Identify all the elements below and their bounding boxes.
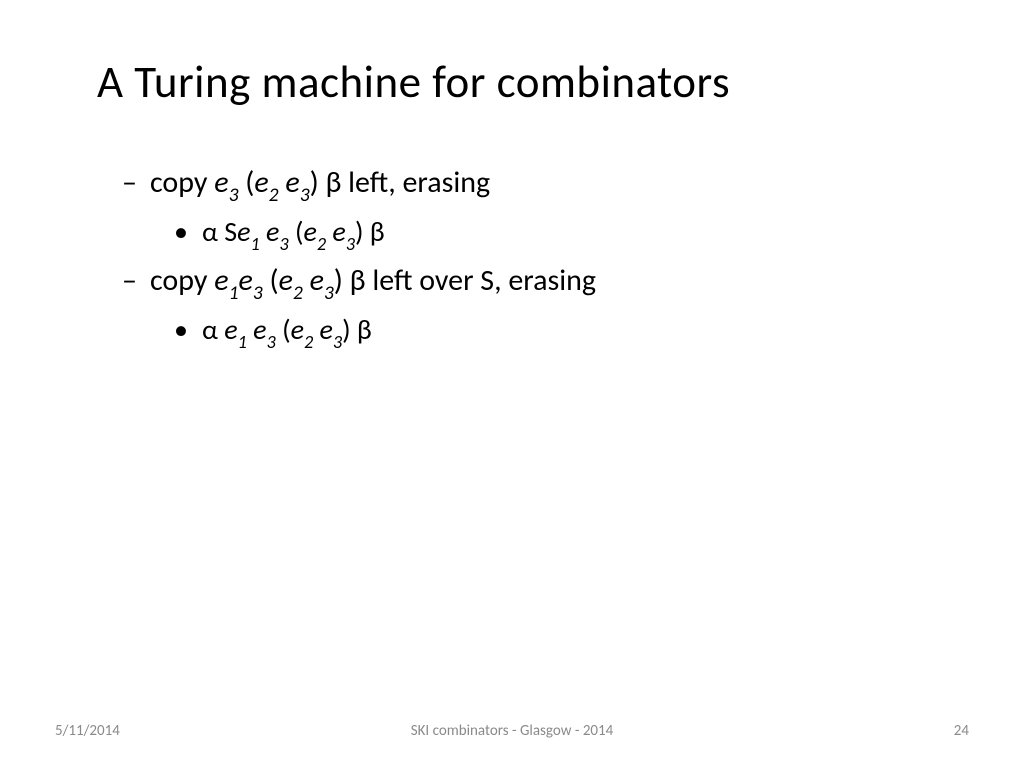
sub-2: 2 bbox=[269, 183, 279, 207]
text: ) β left, erasing bbox=[310, 164, 491, 201]
bullet-line-4: α e1 e3 (e2 e3) β bbox=[122, 308, 1024, 354]
text: α S bbox=[202, 214, 237, 249]
slide-footer: 5/11/2014 SKI combinators - Glasgow - 20… bbox=[0, 722, 1024, 740]
sub-1: 1 bbox=[238, 331, 247, 353]
var-e: e bbox=[285, 164, 299, 201]
var-e: e bbox=[254, 164, 268, 201]
slide-content: copy e3 (e2 e3) β left, erasing α Se1 e3… bbox=[0, 110, 1024, 354]
sub-3: 3 bbox=[333, 331, 342, 353]
var-e: e bbox=[237, 214, 250, 249]
sub-1: 1 bbox=[229, 281, 239, 305]
var-e: e bbox=[332, 214, 345, 249]
sub-3: 3 bbox=[324, 281, 334, 305]
sub-2: 2 bbox=[304, 331, 313, 353]
slide-title: A Turing machine for combinators bbox=[0, 0, 1024, 110]
sub-2: 2 bbox=[293, 281, 303, 305]
var-e: e bbox=[214, 164, 228, 201]
text: ) β bbox=[342, 312, 372, 347]
var-e: e bbox=[224, 312, 237, 347]
text: copy bbox=[150, 164, 214, 201]
footer-title: SKI combinators - Glasgow - 2014 bbox=[0, 722, 1024, 740]
var-e: e bbox=[279, 262, 293, 299]
var-e: e bbox=[253, 312, 266, 347]
footer-page-number: 24 bbox=[954, 722, 969, 740]
var-e: e bbox=[238, 262, 252, 299]
bullet-line-2: α Se1 e3 (e2 e3) β bbox=[122, 210, 1024, 256]
footer-date: 5/11/2014 bbox=[55, 722, 120, 740]
lparen: ( bbox=[238, 164, 254, 201]
var-e: e bbox=[291, 312, 304, 347]
bullet-line-1: copy e3 (e2 e3) β left, erasing bbox=[122, 160, 1024, 208]
lparen: ( bbox=[276, 312, 291, 347]
text: copy bbox=[150, 262, 214, 299]
var-e: e bbox=[320, 312, 333, 347]
var-e: e bbox=[266, 214, 279, 249]
lparen: ( bbox=[263, 262, 279, 299]
lparen: ( bbox=[289, 214, 304, 249]
text: ) β bbox=[355, 214, 385, 249]
sub-3: 3 bbox=[300, 183, 310, 207]
var-e: e bbox=[214, 262, 228, 299]
text: α bbox=[202, 312, 224, 347]
sub-1: 1 bbox=[250, 233, 259, 255]
text: ) β left over S, erasing bbox=[334, 262, 596, 299]
bullet-line-3: copy e1e3 (e2 e3) β left over S, erasing bbox=[122, 258, 1024, 306]
sub-3: 3 bbox=[267, 331, 276, 353]
var-e: e bbox=[310, 262, 324, 299]
sub-3: 3 bbox=[346, 233, 355, 255]
sub-3: 3 bbox=[279, 233, 288, 255]
sub-2: 2 bbox=[317, 233, 326, 255]
space bbox=[303, 262, 310, 299]
var-e: e bbox=[303, 214, 316, 249]
sub-3: 3 bbox=[253, 281, 263, 305]
sub-3: 3 bbox=[229, 183, 239, 207]
